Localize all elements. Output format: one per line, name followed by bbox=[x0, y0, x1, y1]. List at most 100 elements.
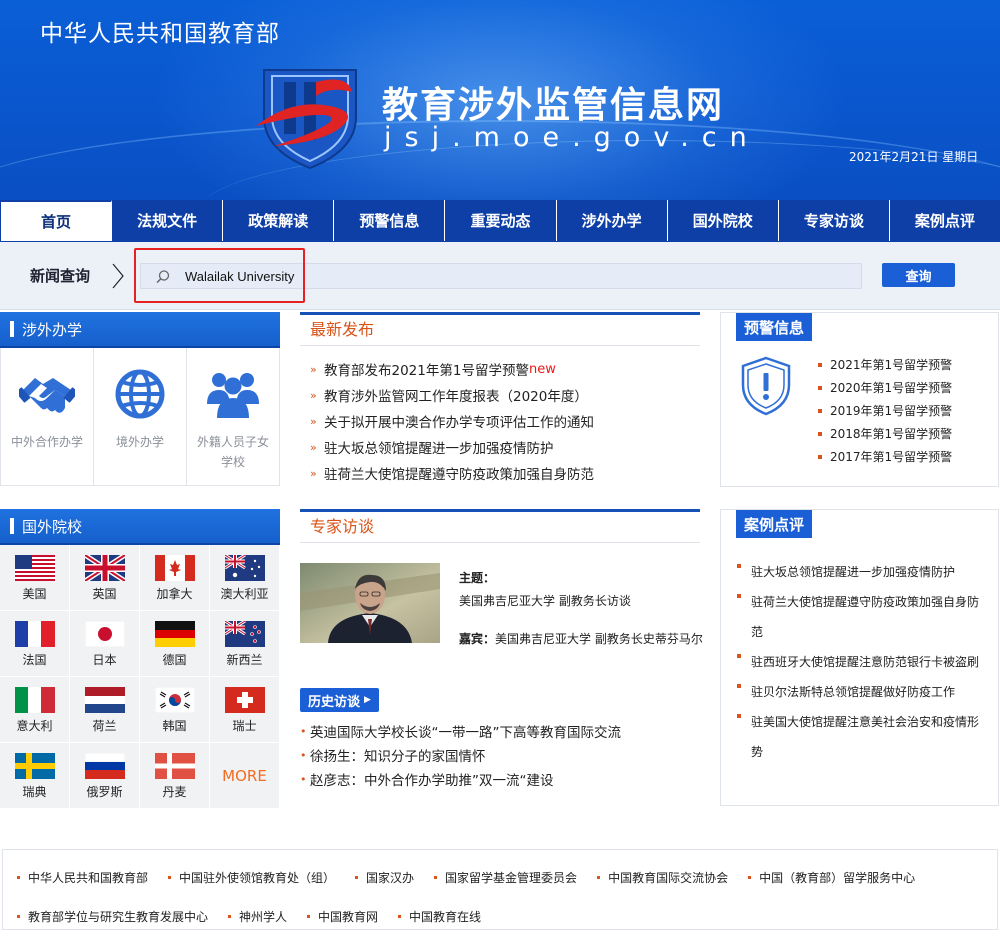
country-name: 英国 bbox=[92, 587, 117, 601]
country-germany[interactable]: 德国 bbox=[140, 611, 210, 677]
study-abroad-item-cooperation[interactable]: 中外合作办学 bbox=[1, 348, 94, 485]
cases-title[interactable]: 案例点评 bbox=[736, 510, 813, 538]
footer-link[interactable]: 教育部学位与研究生教育发展中心 bbox=[17, 897, 208, 936]
history-interviews-button[interactable]: 历史访谈 ▶ bbox=[300, 688, 379, 712]
country-netherlands[interactable]: 荷兰 bbox=[70, 677, 140, 743]
foreign-schools-header[interactable]: 国外院校 bbox=[0, 509, 280, 545]
study-abroad-item-overseas[interactable]: 境外办学 bbox=[94, 348, 187, 485]
list-item[interactable]: » 关于拟开展中澳合作办学专项评估工作的通知 bbox=[300, 408, 700, 434]
nav-item-regulations[interactable]: 法规文件 bbox=[112, 200, 224, 241]
country-grid: 美国 英国 加拿大 澳大利亚 法国 日本 德国 新西兰 意大利 荷兰 韩国 瑞士… bbox=[0, 545, 280, 809]
country-usa[interactable]: 美国 bbox=[0, 545, 70, 611]
latest-news-title: 最新发布 bbox=[300, 312, 700, 346]
more-countries-link[interactable]: MORE bbox=[210, 743, 280, 809]
country-australia[interactable]: 澳大利亚 bbox=[210, 545, 280, 611]
country-name: 澳大利亚 bbox=[220, 587, 269, 601]
country-denmark[interactable]: 丹麦 bbox=[140, 743, 210, 809]
nav-item-warnings[interactable]: 预警信息 bbox=[334, 200, 446, 241]
footer-link[interactable]: 中国教育在线 bbox=[398, 897, 481, 936]
country-italy[interactable]: 意大利 bbox=[0, 677, 70, 743]
study-abroad-title: 涉外办学 bbox=[22, 320, 83, 339]
warning-text: 2019年第1号留学预警 bbox=[830, 404, 953, 418]
bullet-icon bbox=[737, 684, 741, 688]
list-item[interactable]: » 驻大坂总领馆提醒进一步加强疫情防护 bbox=[300, 434, 700, 460]
list-item[interactable]: • 赵彦志：中外合作办学助推”双一流“建设 bbox=[300, 767, 621, 791]
country-canada[interactable]: 加拿大 bbox=[140, 545, 210, 611]
country-new-zealand[interactable]: 新西兰 bbox=[210, 611, 280, 677]
list-item[interactable]: » 驻荷兰大使馆提醒遵守防疫政策加强自身防范 bbox=[300, 460, 700, 486]
news-text: 教育涉外监管网工作年度报表（2020年度） bbox=[324, 389, 588, 405]
country-france[interactable]: 法国 bbox=[0, 611, 70, 677]
country-name: 加拿大 bbox=[156, 587, 193, 601]
list-item[interactable]: 驻大坂总领馆提醒进一步加强疫情防护 bbox=[737, 557, 985, 587]
country-name: 新西兰 bbox=[226, 653, 263, 667]
news-text: 关于拟开展中澳合作办学专项评估工作的通知 bbox=[324, 415, 594, 431]
country-japan[interactable]: 日本 bbox=[70, 611, 140, 677]
country-russia[interactable]: 俄罗斯 bbox=[70, 743, 140, 809]
nav-item-home[interactable]: 首页 bbox=[0, 200, 113, 241]
list-item[interactable]: • 英迪国际大学校长谈“一带一路”下高等教育国际交流 bbox=[300, 719, 621, 743]
list-item[interactable]: 驻西班牙大使馆提醒注意防范银行卡被盗刷 bbox=[737, 647, 985, 677]
germany-flag-icon bbox=[154, 621, 195, 647]
guest-info: 嘉宾：美国弗吉尼亚大学 副教务长史蒂芬马尔 bbox=[459, 627, 704, 651]
double-chevron-icon: » bbox=[310, 362, 317, 376]
nav-item-foreign-schools[interactable]: 国外院校 bbox=[668, 200, 779, 241]
nav-item-interviews[interactable]: 专家访谈 bbox=[779, 200, 890, 241]
interview-photo[interactable] bbox=[300, 563, 440, 643]
search-input[interactable] bbox=[185, 267, 785, 285]
list-item[interactable]: » 教育部发布2021年第1号留学预警 new bbox=[300, 356, 700, 382]
nav-item-policy[interactable]: 政策解读 bbox=[223, 200, 335, 241]
bullet-icon bbox=[818, 385, 822, 390]
country-uk[interactable]: 英国 bbox=[70, 545, 140, 611]
footer-link[interactable]: 神州学人 bbox=[228, 897, 287, 936]
history-text: 英迪国际大学校长谈“一带一路”下高等教育国际交流 bbox=[310, 725, 621, 741]
footer-link[interactable]: 中国教育网 bbox=[307, 897, 378, 936]
jsj-logo-icon[interactable] bbox=[252, 62, 367, 172]
list-item[interactable]: 2020年第1号留学预警 bbox=[818, 376, 952, 399]
footer-link[interactable]: 中国驻外使领馆教育处（组） bbox=[168, 858, 335, 897]
list-item[interactable]: 2018年第1号留学预警 bbox=[818, 422, 952, 445]
country-korea[interactable]: 韩国 bbox=[140, 677, 210, 743]
footer-link[interactable]: 中华人民共和国教育部 bbox=[17, 858, 148, 897]
search-icon bbox=[156, 270, 170, 284]
list-item[interactable]: » 教育涉外监管网工作年度报表（2020年度） bbox=[300, 382, 700, 408]
cases-list: 驻大坂总领馆提醒进一步加强疫情防护 驻荷兰大使馆提醒遵守防疫政策加强自身防范 驻… bbox=[737, 557, 985, 767]
country-sweden[interactable]: 瑞典 bbox=[0, 743, 70, 809]
list-item[interactable]: 驻贝尔法斯特总领馆提醒做好防疫工作 bbox=[737, 677, 985, 707]
search-button[interactable]: 查询 bbox=[882, 263, 955, 287]
footer-link[interactable]: 中国（教育部）留学服务中心 bbox=[748, 858, 915, 897]
topic-value[interactable]: 美国弗吉尼亚大学 副教务长访谈 bbox=[459, 592, 631, 609]
bullet-icon: • bbox=[300, 772, 307, 786]
list-item[interactable]: 驻美国大使馆提醒注意美社会治安和疫情形势 bbox=[737, 707, 985, 767]
bullet-icon bbox=[228, 915, 232, 918]
list-item[interactable]: 2019年第1号留学预警 bbox=[818, 399, 952, 422]
footer-link[interactable]: 中国教育国际交流协会 bbox=[597, 858, 728, 897]
study-abroad-item-foreign-children[interactable]: 外籍人员子女学校 bbox=[187, 348, 279, 485]
netherlands-flag-icon bbox=[84, 687, 125, 713]
country-switzerland[interactable]: 瑞士 bbox=[210, 677, 280, 743]
footer-link-label: 国家留学基金管理委员会 bbox=[445, 871, 578, 885]
footer-link[interactable]: 国家汉办 bbox=[355, 858, 414, 897]
france-flag-icon bbox=[14, 621, 55, 647]
japan-flag-icon bbox=[84, 621, 125, 647]
study-abroad-header[interactable]: 涉外办学 bbox=[0, 312, 280, 348]
caret-right-icon: ▶ bbox=[364, 695, 371, 705]
russia-flag-icon bbox=[84, 753, 125, 779]
nav-item-cases[interactable]: 案例点评 bbox=[890, 200, 1000, 241]
ministry-name[interactable]: 中华人民共和国教育部 bbox=[40, 14, 280, 48]
list-item[interactable]: 2021年第1号留学预警 bbox=[818, 353, 952, 376]
title-bar-icon bbox=[10, 321, 14, 337]
bullet-icon bbox=[355, 876, 359, 879]
search-field[interactable] bbox=[140, 263, 862, 289]
footer-link[interactable]: 国家留学基金管理委员会 bbox=[434, 858, 577, 897]
country-name: 荷兰 bbox=[92, 719, 117, 733]
study-abroad-panel: 涉外办学 中外合作办学 境外办学 外籍人员子女学校 bbox=[0, 312, 280, 486]
nav-item-study-abroad[interactable]: 涉外办学 bbox=[557, 200, 668, 241]
list-item[interactable]: • 徐扬生：知识分子的家国情怀 bbox=[300, 743, 621, 767]
warnings-title[interactable]: 预警信息 bbox=[736, 313, 813, 341]
footer-link-label: 神州学人 bbox=[239, 910, 288, 924]
list-item[interactable]: 驻荷兰大使馆提醒遵守防疫政策加强自身防范 bbox=[737, 587, 985, 647]
nav-item-news[interactable]: 重要动态 bbox=[445, 200, 557, 241]
list-item[interactable]: 2017年第1号留学预警 bbox=[818, 445, 952, 468]
news-text: 驻大坂总领馆提醒进一步加强疫情防护 bbox=[324, 441, 554, 457]
